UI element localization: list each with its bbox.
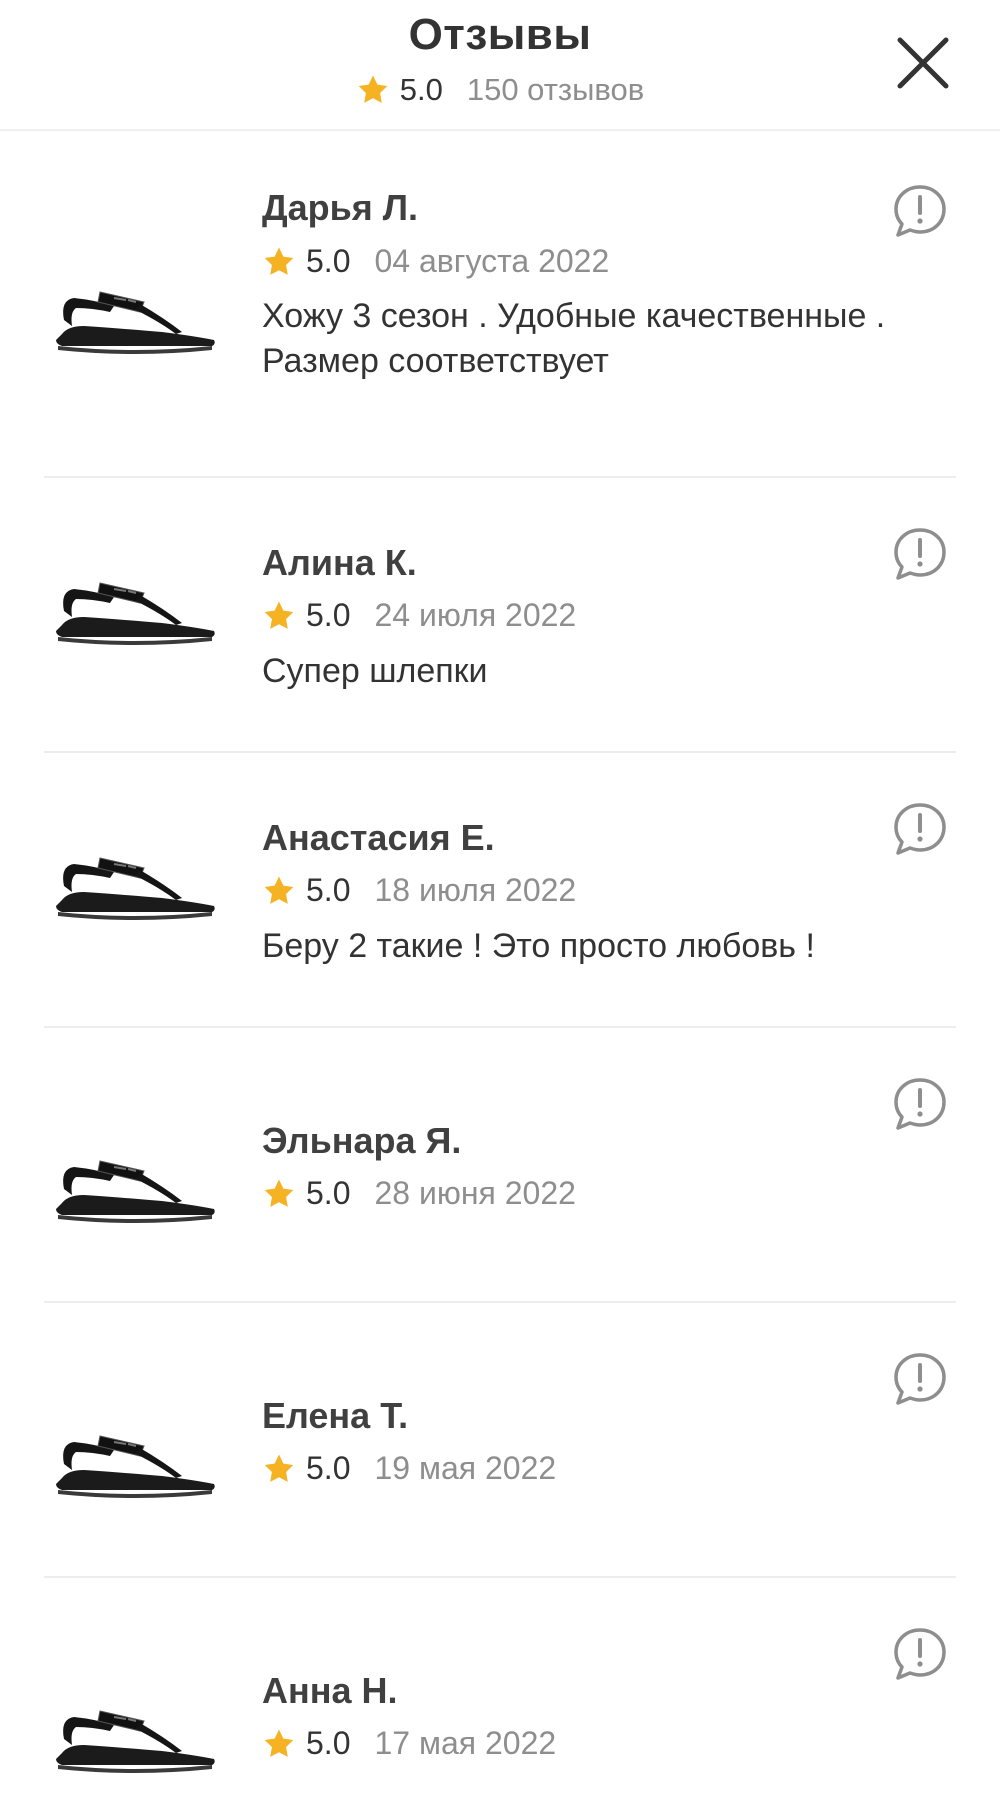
reviews-page: Отзывы 5.0 150 отзывов Дарья Л. 5.0 04 а… [0,0,1000,1816]
overall-rating: 5.0 150 отзывов [0,72,1000,108]
review-item: Елена Т. 5.0 19 мая 2022 [0,1303,1000,1578]
review-date: 19 мая 2022 [374,1450,557,1486]
star-icon [264,1179,294,1207]
review-date: 17 мая 2022 [374,1725,557,1761]
star-icon [358,75,388,103]
review-author: Анастасия Е. [262,817,495,858]
review-text: Хожу 3 сезон . Удобные качественные . Ра… [262,297,886,380]
report-icon [894,803,946,855]
close-icon [897,37,949,89]
report-icon [894,1353,946,1405]
star-icon [264,876,294,904]
sandal-thumbnail [56,291,215,354]
report-button[interactable] [890,181,950,241]
review-rating: 5.0 04 августа 2022 [262,243,609,280]
review-rating: 5.0 19 мая 2022 [262,1450,556,1487]
review-date: 18 июля 2022 [374,872,577,908]
report-button[interactable] [890,1074,950,1134]
review-item: Анна Н. 5.0 17 мая 2022 [0,1578,1000,1798]
review-author: Дарья Л. [262,187,419,228]
sandal-thumbnail [56,1710,215,1773]
sandal-thumbnail [56,1160,215,1223]
review-date: 28 июня 2022 [374,1175,576,1211]
review-author: Алина К. [262,542,417,583]
sandal-thumbnail [56,857,215,920]
review-date: 24 июля 2022 [374,597,577,633]
reviews-count: 150 отзывов [466,72,645,107]
star-icon [264,601,294,629]
review-author: Елена Т. [262,1395,409,1436]
review-rating: 5.0 24 июля 2022 [262,597,576,634]
review-author: Эльнара Я. [262,1120,462,1161]
overall-rating-value: 5.0 [399,72,443,107]
review-rating-value: 5.0 [306,1175,351,1211]
review-item: Анастасия Е. 5.0 18 июля 2022 Беру 2 так… [0,753,1000,1028]
review-text: Беру 2 такие ! Это просто любовь ! [262,927,815,965]
star-icon [264,1454,294,1482]
report-icon [894,1628,946,1680]
report-button[interactable] [890,799,950,859]
review-rating-value: 5.0 [306,872,351,908]
review-rating-value: 5.0 [306,1725,351,1761]
sandal-thumbnail [56,1435,215,1498]
review-rating: 5.0 28 июня 2022 [262,1175,576,1212]
report-button[interactable] [890,524,950,584]
star-icon [264,1729,294,1757]
star-icon [264,247,294,275]
review-rating-value: 5.0 [306,597,351,633]
review-rating-value: 5.0 [306,1450,351,1486]
review-rating-value: 5.0 [306,243,351,279]
page-title: Отзывы [408,10,592,59]
report-icon [894,1078,946,1130]
review-rating: 5.0 18 июля 2022 [262,872,576,909]
review-date: 04 августа 2022 [374,243,610,279]
reviews-list: Дарья Л. 5.0 04 августа 2022 Хожу 3 сезо… [0,131,1000,1798]
report-icon [894,528,946,580]
review-text: Супер шлепки [262,652,488,690]
review-item: Дарья Л. 5.0 04 августа 2022 Хожу 3 сезо… [0,131,1000,478]
review-item: Эльнара Я. 5.0 28 июня 2022 [0,1028,1000,1303]
close-button[interactable] [888,28,958,98]
review-author: Анна Н. [262,1670,398,1711]
reviews-header: Отзывы 5.0 150 отзывов [0,0,1000,131]
report-button[interactable] [890,1624,950,1684]
report-icon [894,185,946,237]
report-button[interactable] [890,1349,950,1409]
review-rating: 5.0 17 мая 2022 [262,1725,556,1762]
review-item: Алина К. 5.0 24 июля 2022 Супер шлепки [0,478,1000,753]
sandal-thumbnail [56,582,215,645]
